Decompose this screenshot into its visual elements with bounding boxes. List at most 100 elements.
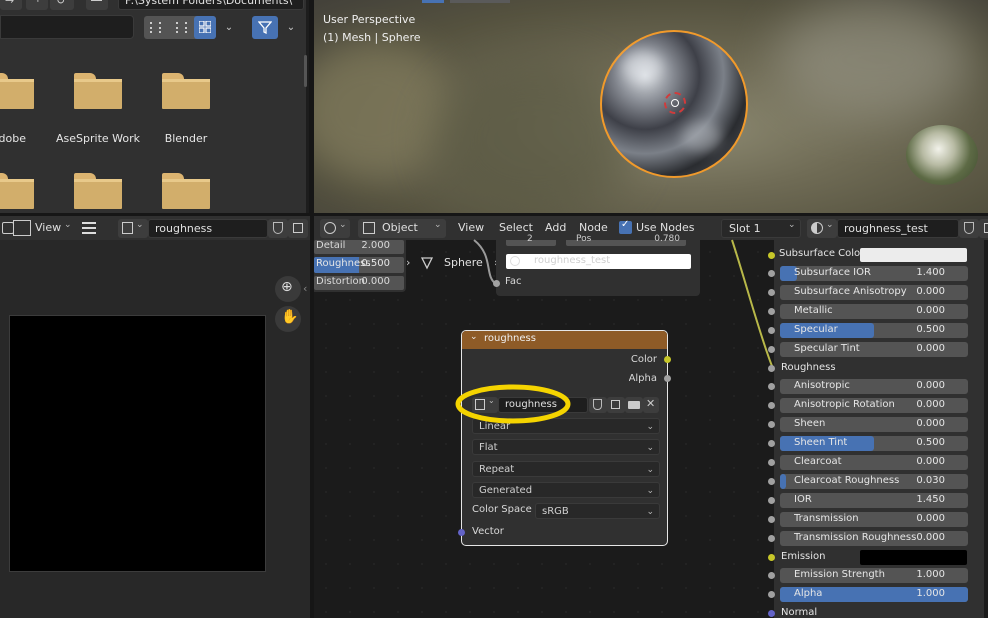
sidebar-toggle-chevron-icon[interactable]: ‹ [303, 282, 307, 295]
sheen-tint-slider[interactable]: Sheen Tint 0.500 [780, 436, 968, 451]
refresh-button[interactable]: ↻ [50, 0, 74, 10]
fake-user-button[interactable] [268, 219, 288, 238]
new-folder-button[interactable] [86, 0, 108, 10]
file-browser-scrollbar[interactable] [304, 55, 307, 87]
distortion-label: Distortion [316, 276, 365, 287]
view-menu[interactable]: View [35, 221, 61, 234]
filter-options-chevron-icon[interactable]: ⌄ [282, 18, 300, 38]
transmission-input-socket[interactable] [768, 516, 775, 523]
alpha-slider[interactable]: Alpha 1.000 [780, 587, 968, 602]
image-name-field[interactable]: roughness [148, 219, 268, 238]
projection-dropdown[interactable]: Flat ⌄ [472, 439, 660, 455]
clearcoat-roughness-input-socket[interactable] [768, 478, 775, 485]
chevron-down-icon[interactable]: ⌄ [220, 18, 238, 38]
anisotropic-rotation-slider[interactable]: Anisotropic Rotation 0.000 [780, 398, 968, 413]
metallic-input-socket[interactable] [768, 308, 775, 315]
filter-toggle-button[interactable] [252, 16, 278, 39]
folder-icon[interactable] [162, 73, 210, 109]
clearcoat-roughness-slider[interactable]: Clearcoat Roughness 0.030 [780, 474, 968, 489]
image-new-button[interactable] [607, 397, 625, 413]
anisotropic-input-socket[interactable] [768, 383, 775, 390]
specular-input-socket[interactable] [768, 327, 775, 334]
display-vertical-list-button[interactable] [144, 16, 166, 39]
alpha-output-socket[interactable] [664, 375, 671, 382]
subsurface-ior-input-socket[interactable] [768, 270, 775, 277]
detail-slider[interactable]: Detail 2.000 [314, 240, 404, 254]
roughness-input-socket[interactable] [768, 365, 775, 372]
alpha-input-socket[interactable] [768, 591, 775, 598]
metallic-slider[interactable]: Metallic 0.000 [780, 304, 968, 319]
noise-texture-node[interactable]: Detail 2.000 Roughness 0.500 Distortion … [314, 240, 406, 292]
vector-input-socket[interactable] [458, 529, 465, 536]
subsurface-anisotropy-input-socket[interactable] [768, 289, 775, 296]
specular-tint-slider[interactable]: Specular Tint 0.000 [780, 342, 968, 357]
parent-directory-button[interactable]: ↰ [26, 0, 48, 10]
view-menu-chevron-icon[interactable]: ⌄ [64, 220, 72, 230]
folder-icon[interactable] [74, 73, 122, 109]
transmission-slider[interactable]: Transmission 0.000 [780, 512, 968, 527]
image-texture-node[interactable]: ⌄ roughness Color Alpha ⌄ roughness ✕ Li… [461, 330, 668, 546]
zoom-button[interactable]: ⊕ [275, 276, 301, 302]
extension-dropdown[interactable]: Repeat ⌄ [472, 461, 660, 477]
transmission-roughness-input-socket[interactable] [768, 535, 775, 542]
color-output-socket[interactable] [664, 356, 671, 363]
folder-icon[interactable] [0, 173, 34, 209]
transmission-roughness-slider[interactable]: Transmission Roughness 0.000 [780, 531, 968, 546]
sphere-object[interactable] [600, 30, 748, 178]
collapse-chevron-icon[interactable]: ⌄ [470, 332, 478, 342]
specular-slider[interactable]: Specular 0.500 [780, 323, 968, 338]
subsurface-color-socket[interactable] [768, 252, 775, 259]
subsurface-color-swatch[interactable] [860, 248, 967, 262]
image-unlink-button[interactable]: ✕ [643, 397, 659, 413]
forward-button[interactable]: → [0, 0, 22, 10]
sheen-input-socket[interactable] [768, 421, 775, 428]
display-thumbnails-button[interactable] [194, 16, 216, 39]
roughness-slider[interactable]: Roughness 0.500 [314, 257, 404, 273]
clearcoat-input-socket[interactable] [768, 459, 775, 466]
clearcoat-slider[interactable]: Clearcoat 0.000 [780, 455, 968, 470]
emission-strength-input-socket[interactable] [768, 572, 775, 579]
normal-input-socket[interactable] [768, 610, 775, 617]
anisotropic-slider[interactable]: Anisotropic 0.000 [780, 379, 968, 394]
new-image-button[interactable] [288, 219, 308, 238]
subsurface-anisotropy-slider[interactable]: Subsurface Anisotropy 0.000 [780, 285, 968, 300]
ior-slider[interactable]: IOR 1.450 [780, 493, 968, 508]
folder-label-blender[interactable]: Blender [146, 132, 226, 145]
image-open-button[interactable] [625, 397, 643, 413]
ramp-pos-field[interactable]: Pos 0.780 [566, 234, 686, 246]
folder-icon[interactable] [162, 173, 210, 209]
source-dropdown[interactable]: Generated ⌄ [472, 482, 660, 498]
anisotropic-rotation-input-socket[interactable] [768, 402, 775, 409]
image-canvas[interactable] [9, 315, 266, 572]
folder-icon[interactable] [74, 173, 122, 209]
sheen-tint-input-socket[interactable] [768, 440, 775, 447]
breadcrumb-sphere[interactable]: Sphere [444, 256, 483, 269]
file-search-input[interactable] [0, 15, 134, 39]
hamburger-menu-icon[interactable] [82, 222, 96, 234]
directory-path-field[interactable]: F:\System Folders\Documents\ [118, 0, 304, 10]
ramp-preview-field[interactable]: roughness_test [506, 254, 691, 269]
image-browse-button[interactable]: ⌄ [118, 219, 148, 238]
ramp-stop-index-field[interactable]: 2 [506, 234, 556, 246]
image-texture-node-header[interactable]: ⌄ roughness [462, 331, 667, 349]
emission-input-socket[interactable] [768, 554, 775, 561]
fac-input-socket[interactable] [493, 280, 500, 287]
folder-label-adobe[interactable]: Adobe [0, 132, 50, 145]
emission-strength-slider[interactable]: Emission Strength 1.000 [780, 568, 968, 583]
image-mode-icon[interactable] [13, 220, 31, 236]
sheen-slider[interactable]: Sheen 0.000 [780, 417, 968, 432]
display-horizontal-list-button[interactable] [170, 16, 192, 39]
subsurface-ior-slider[interactable]: Subsurface IOR 1.400 [780, 266, 968, 281]
distortion-slider[interactable]: Distortion 0.000 [314, 276, 404, 290]
emission-color-swatch[interactable] [860, 550, 967, 565]
folder-icon[interactable] [0, 73, 34, 109]
color-ramp-node[interactable]: 2 Pos 0.780 roughness_test Fac [493, 234, 700, 296]
ior-input-socket[interactable] [768, 497, 775, 504]
pan-button[interactable]: ✋ [275, 306, 301, 332]
color-space-dropdown[interactable]: sRGB ⌄ [535, 503, 660, 519]
folder-label-asesprite-work[interactable]: AseSprite Work [52, 132, 144, 145]
3d-viewport[interactable]: User Perspective (1) Mesh | Sphere [314, 0, 988, 213]
specular-tint-input-socket[interactable] [768, 346, 775, 353]
image-fake-user-button[interactable] [589, 397, 607, 413]
clearcoat-roughness-value: 0.030 [916, 475, 945, 486]
